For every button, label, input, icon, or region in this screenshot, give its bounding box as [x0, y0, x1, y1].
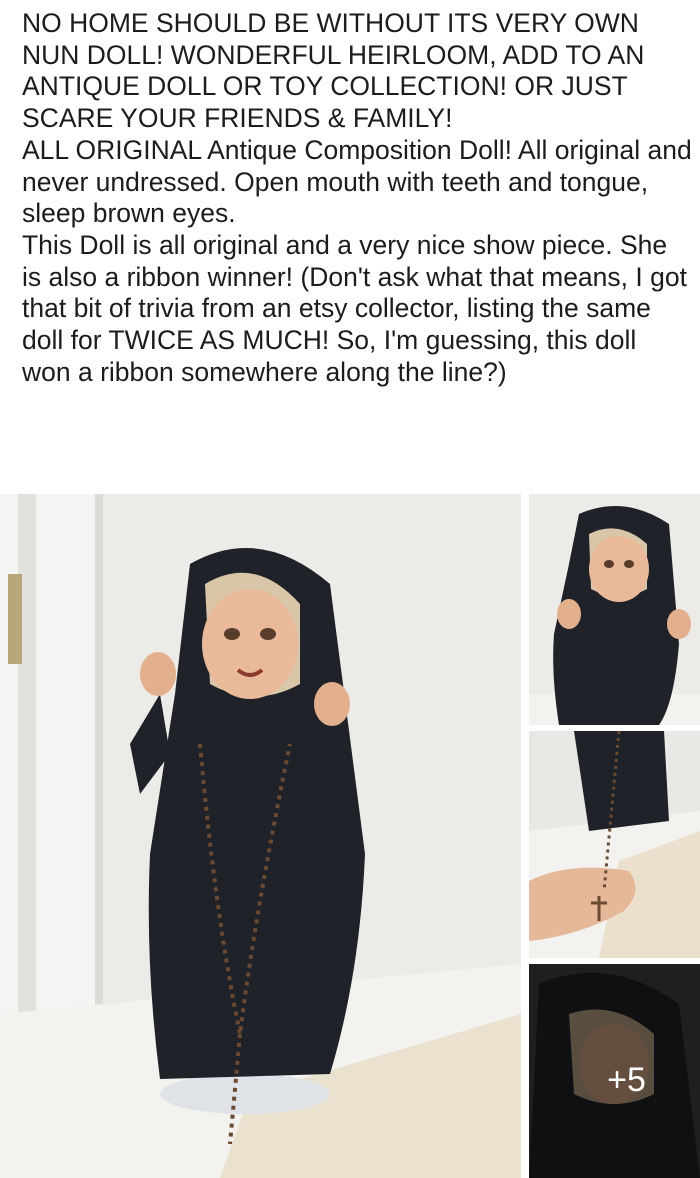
post-paragraph-2: ALL ORIGINAL Antique Composition Doll! A… [22, 134, 692, 229]
thumbnail-photo-2[interactable] [529, 731, 700, 958]
rosary-in-hand-photo [529, 731, 700, 958]
post-paragraph-3: This Doll is all original and a very nic… [22, 229, 687, 387]
nun-doll-photo [0, 494, 521, 1178]
post-paragraph-1: NO HOME SHOULD BE WITHOUT ITS VERY OWN N… [22, 8, 645, 134]
nun-doll-thumbnail-photo [529, 494, 700, 725]
more-photos-count: +5 [607, 1060, 646, 1099]
thumbnail-photo-more[interactable]: +5 [529, 964, 700, 1178]
main-photo[interactable] [0, 494, 521, 1178]
thumbnail-photo-1[interactable] [529, 494, 700, 725]
more-photos-overlay[interactable]: +5 [529, 964, 700, 1178]
post-text: NO HOME SHOULD BE WITHOUT ITS VERY OWN N… [22, 8, 692, 388]
